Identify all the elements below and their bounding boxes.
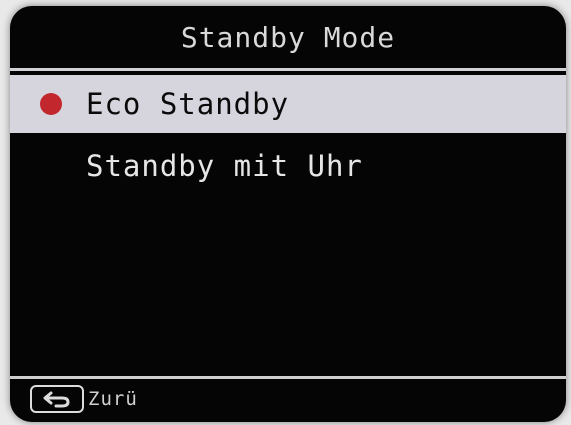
footer-divider [10,376,566,379]
menu-item-eco-standby[interactable]: Eco Standby [10,75,566,133]
menu-item-standby-mit-uhr[interactable]: Standby mit Uhr [10,137,566,195]
page-title: Standby Mode [180,20,396,54]
display-screen: Standby Mode Eco Standby Standby mit Uhr… [10,6,566,422]
back-button-label[interactable]: Zurü [88,385,138,413]
menu-item-label: Eco Standby [86,87,290,121]
device-frame: Standby Mode Eco Standby Standby mit Uhr… [0,0,571,425]
return-arrow-glyph [43,391,70,408]
radio-selected-icon [40,93,62,115]
title-divider [10,68,566,71]
menu-item-label: Standby mit Uhr [86,149,363,183]
return-arrow-icon[interactable] [30,385,84,413]
